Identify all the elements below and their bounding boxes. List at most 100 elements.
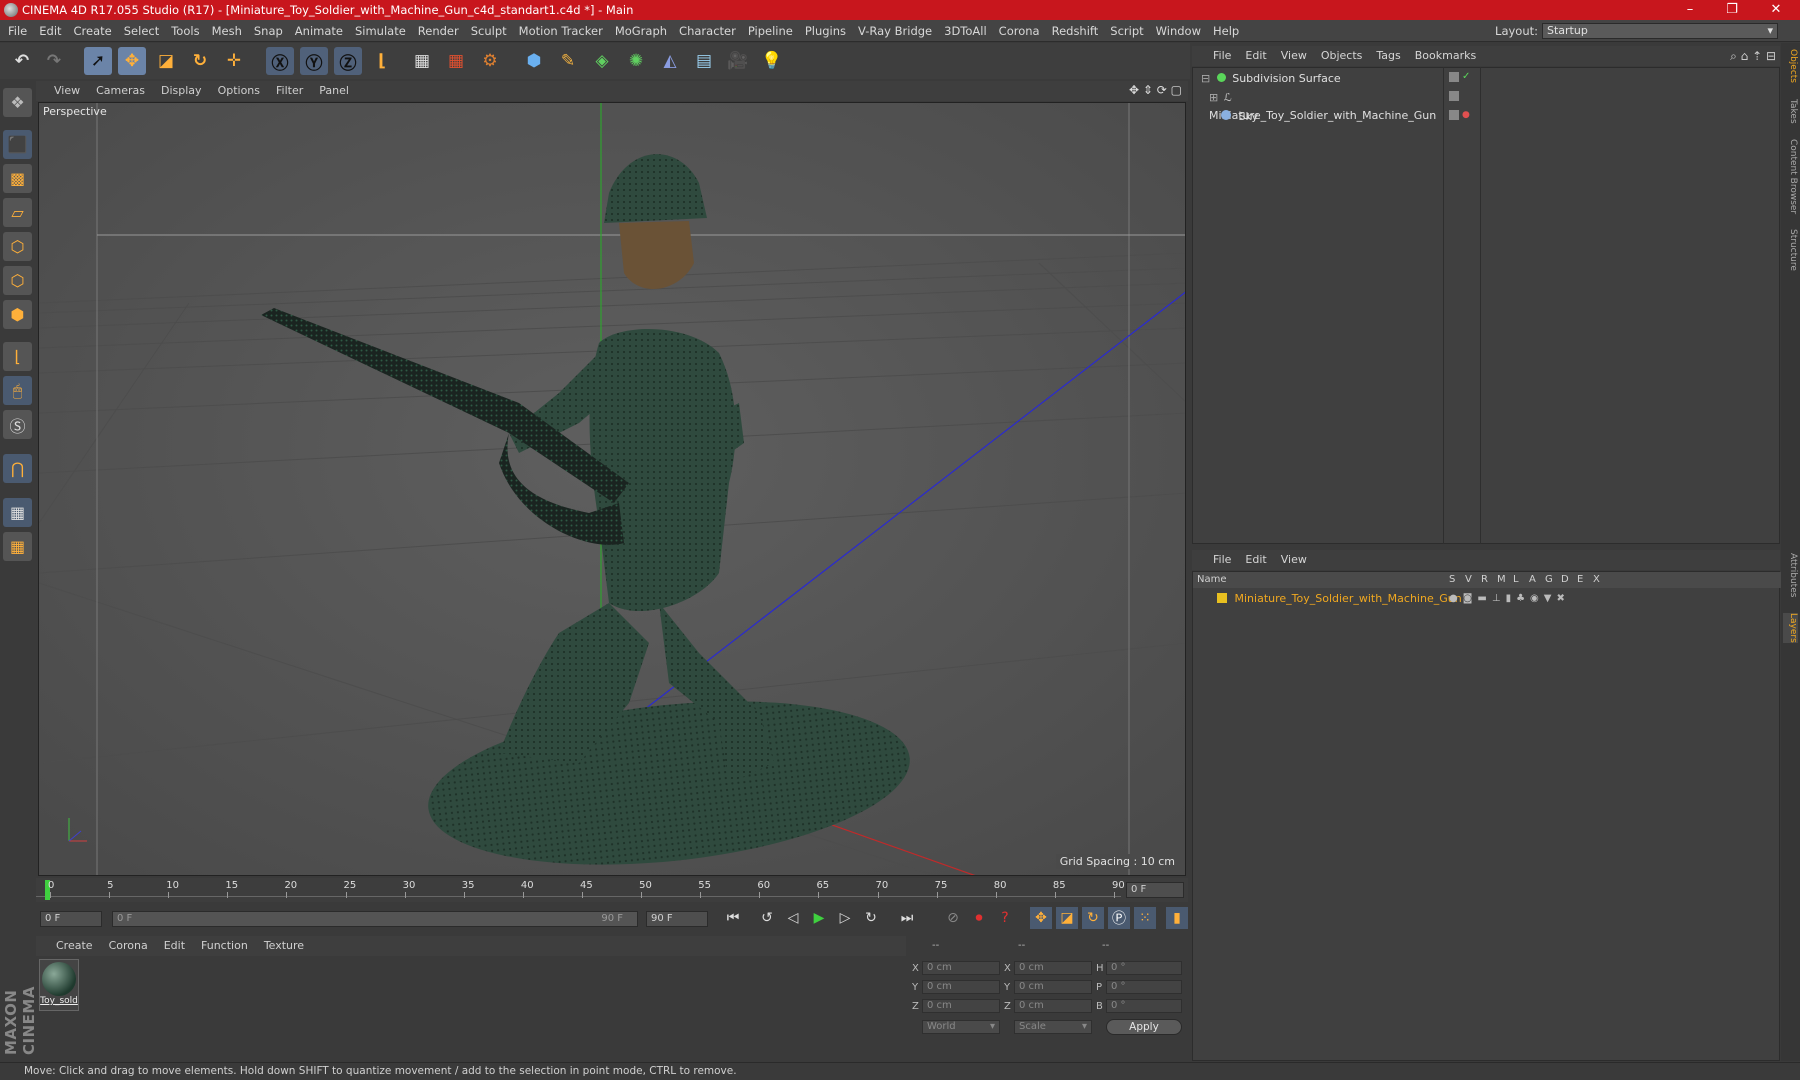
model-mode-button[interactable]: ⬛ [3, 130, 32, 159]
transform-tool-button[interactable]: ✛ [220, 47, 248, 75]
minimize-button[interactable]: – [1670, 0, 1710, 20]
tab-layers[interactable]: Layers [1783, 613, 1798, 643]
perspective-viewport[interactable]: Perspective Grid Spacing : 10 cm [38, 102, 1186, 876]
menu-file[interactable]: File [0, 20, 33, 42]
texture-mode-button[interactable]: ▩ [3, 164, 32, 193]
key-rotation-button[interactable]: ↻ [1082, 907, 1104, 929]
planar-workplane-button[interactable]: ▦ [3, 532, 32, 561]
next-frame-button[interactable]: ▷ [834, 907, 856, 929]
play-button[interactable]: ▶ [808, 907, 830, 929]
size-z-field[interactable]: 0 cm [1014, 999, 1092, 1013]
objects-menu-tags[interactable]: Tags [1369, 46, 1407, 66]
coordinate-mode-select[interactable]: World ▾ [922, 1020, 1000, 1034]
menu-plugins[interactable]: Plugins [799, 20, 852, 42]
rotation-b-field[interactable]: 0 ° [1106, 999, 1182, 1013]
apply-button[interactable]: Apply [1106, 1019, 1182, 1035]
menu-mograph[interactable]: MoGraph [609, 20, 673, 42]
objects-menu-objects[interactable]: Objects [1314, 46, 1370, 66]
deformer-button[interactable]: ◭ [656, 47, 684, 75]
menu-create[interactable]: Create [68, 20, 118, 42]
key-position-button[interactable]: ✥ [1030, 907, 1052, 929]
previous-key-button[interactable]: ↺ [756, 907, 778, 929]
menu-simulate[interactable]: Simulate [349, 20, 412, 42]
visibility-toggle[interactable] [1449, 110, 1459, 120]
scale-tool-button[interactable]: ◪ [152, 47, 180, 75]
layer-row[interactable]: Miniature_Toy_Soldier_with_Machine_Gun ●… [1193, 590, 1781, 608]
material-menu-function[interactable]: Function [193, 936, 256, 956]
object-manager-tools[interactable]: ⌕ ⌂ ⇡ ⊟ [1730, 49, 1776, 64]
cube-object-button[interactable]: ⬢ [520, 47, 548, 75]
maximize-button[interactable]: ❐ [1712, 0, 1752, 20]
menu-sculpt[interactable]: Sculpt [465, 20, 513, 42]
viewport-menu-options[interactable]: Options [210, 81, 268, 101]
live-selection-button[interactable]: ➚ [84, 47, 112, 75]
tab-attributes[interactable]: Attributes [1783, 553, 1798, 597]
redo-button[interactable]: ↷ [40, 47, 68, 75]
menu-3dtoall[interactable]: 3DToAll [938, 20, 993, 42]
coordinate-system-button[interactable]: ⌊ [368, 47, 396, 75]
rotation-p-field[interactable]: 0 ° [1106, 980, 1182, 994]
snap-button[interactable]: ⋂ [3, 454, 32, 483]
menu-tools[interactable]: Tools [165, 20, 205, 42]
menu-animate[interactable]: Animate [289, 20, 349, 42]
menu-edit[interactable]: Edit [33, 20, 67, 42]
render-settings-button[interactable]: ⚙ [476, 47, 504, 75]
rotate-tool-button[interactable]: ↻ [186, 47, 214, 75]
timeline-ruler[interactable]: 0 5 10 15 20 25 30 35 40 45 50 55 60 65 70 75 80 85 90 0 F [36, 878, 1188, 902]
menu-mesh[interactable]: Mesh [206, 20, 248, 42]
material-menu-edit[interactable]: Edit [156, 936, 193, 956]
object-row-sky[interactable]: Sky [1193, 108, 1443, 126]
light-button[interactable]: 💡 [758, 47, 786, 75]
tab-structure[interactable]: Structure [1783, 229, 1798, 271]
move-tool-button[interactable]: ✥ [118, 47, 146, 75]
objects-menu-view[interactable]: View [1274, 46, 1314, 66]
key-pla-button[interactable]: ⁙ [1134, 907, 1156, 929]
tweak-mode-button[interactable]: 🖱 [3, 376, 32, 405]
layers-menu-edit[interactable]: Edit [1238, 550, 1273, 570]
menu-character[interactable]: Character [673, 20, 742, 42]
subdivision-surface-button[interactable]: ◈ [588, 47, 616, 75]
go-to-end-button[interactable]: ⏭ [896, 907, 918, 929]
position-x-field[interactable]: 0 cm [922, 961, 1000, 975]
layers-menu-view[interactable]: View [1274, 550, 1314, 570]
undo-button[interactable]: ↶ [8, 47, 36, 75]
keyframe-selection-button[interactable]: ? [994, 907, 1016, 929]
menu-render[interactable]: Render [412, 20, 465, 42]
render-picture-viewer-button[interactable]: ▦ [442, 47, 470, 75]
material-menu-create[interactable]: Create [48, 936, 101, 956]
material-swatch[interactable]: Toy_sold [39, 959, 79, 1011]
layer-flag-icons[interactable]: ●◙▬⊥▮♣◉▼✖ [1449, 590, 1570, 608]
z-axis-button[interactable]: Ⓩ [334, 47, 362, 75]
objects-menu-file[interactable]: File [1206, 46, 1238, 66]
menu-pipeline[interactable]: Pipeline [742, 20, 799, 42]
menu-select[interactable]: Select [118, 20, 165, 42]
current-frame-field[interactable]: 0 F [1126, 882, 1184, 898]
menu-script[interactable]: Script [1104, 20, 1149, 42]
objects-menu-bookmarks[interactable]: Bookmarks [1408, 46, 1483, 66]
start-frame-field[interactable]: 0 F [40, 911, 102, 927]
tab-takes[interactable]: Takes [1783, 99, 1798, 124]
frame-range-slider[interactable]: 0 F 90 F [112, 911, 638, 927]
menu-redshift[interactable]: Redshift [1046, 20, 1105, 42]
auto-keying-button[interactable]: ⏺ [968, 907, 990, 929]
camera-button[interactable]: 🎥 [724, 47, 752, 75]
timeline-window-button[interactable]: ▮ [1166, 907, 1188, 929]
go-to-start-button[interactable]: ⏮ [722, 907, 744, 929]
key-scale-button[interactable]: ◪ [1056, 907, 1078, 929]
lock-workplane-button[interactable]: ▦ [3, 498, 32, 527]
edges-mode-button[interactable]: ⬡ [3, 266, 32, 295]
axis-mode-button[interactable]: ⌊ [3, 342, 32, 371]
x-axis-button[interactable]: Ⓧ [266, 47, 294, 75]
rotation-h-field[interactable]: 0 ° [1106, 961, 1182, 975]
layout-select[interactable]: Startup ▾ [1542, 23, 1778, 39]
visibility-toggle[interactable] [1449, 72, 1459, 82]
size-x-field[interactable]: 0 cm [1014, 961, 1092, 975]
close-button[interactable]: ✕ [1756, 0, 1796, 20]
cloner-button[interactable]: ✺ [622, 47, 650, 75]
menu-snap[interactable]: Snap [248, 20, 289, 42]
material-menu-corona[interactable]: Corona [101, 936, 156, 956]
end-frame-field[interactable]: 90 F [646, 911, 708, 927]
viewport-menu-filter[interactable]: Filter [268, 81, 311, 101]
enabled-check-icon[interactable]: ✓ [1462, 71, 1470, 82]
viewport-menu-panel[interactable]: Panel [311, 81, 357, 101]
